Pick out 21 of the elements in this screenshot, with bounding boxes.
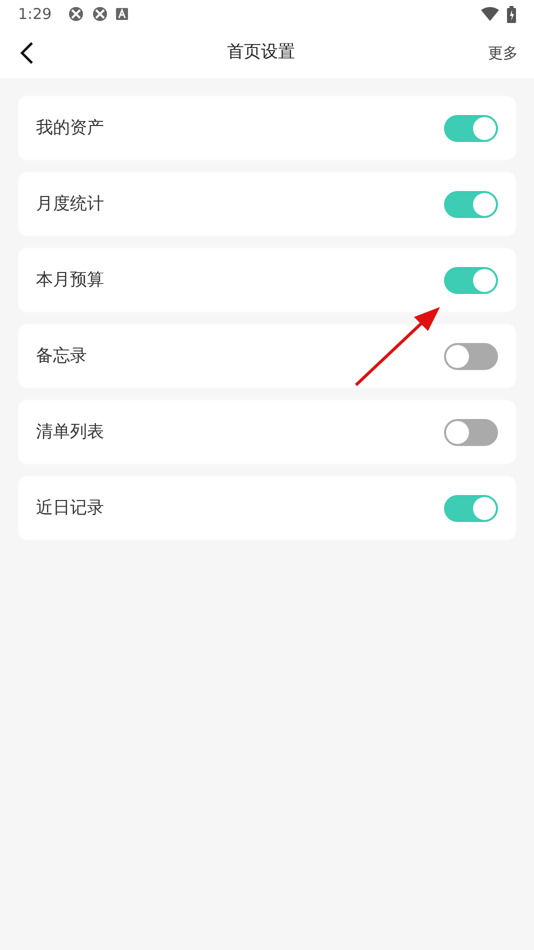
app-icon: [68, 6, 84, 22]
app-icon: [92, 6, 108, 22]
more-link[interactable]: 更多: [488, 42, 518, 64]
setting-label: 月度统计: [36, 194, 104, 214]
toggle-switch[interactable]: [444, 114, 498, 142]
toggle-switch[interactable]: [444, 342, 498, 370]
setting-label: 备忘录: [36, 346, 87, 366]
page-title: 首页设置: [227, 41, 295, 64]
back-icon[interactable]: [20, 41, 34, 65]
toggle-switch[interactable]: [444, 418, 498, 446]
setting-label: 我的资产: [36, 118, 104, 138]
status-time: 1:29: [18, 4, 52, 25]
notification-icon: [116, 8, 128, 20]
setting-label: 清单列表: [36, 422, 104, 442]
toggle-switch[interactable]: [444, 494, 498, 522]
toggle-switch[interactable]: [444, 266, 498, 294]
setting-label: 近日记录: [36, 498, 104, 518]
battery-icon: [507, 6, 516, 22]
toggle-switch[interactable]: [444, 190, 498, 218]
setting-label: 本月预算: [36, 270, 104, 290]
wifi-icon: [481, 7, 499, 21]
